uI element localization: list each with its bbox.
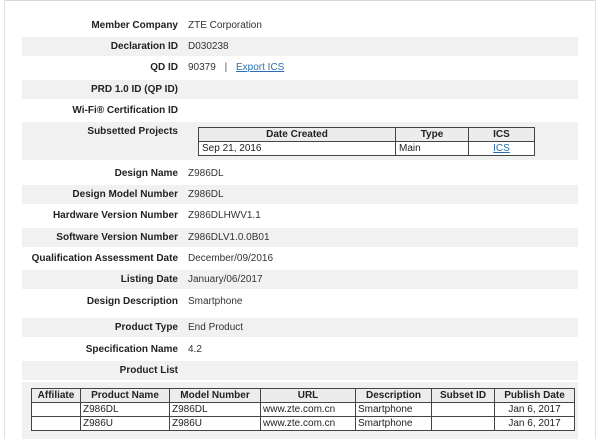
design-description-label: Design Description [86, 296, 178, 307]
model-number-cell: Z986DL [169, 402, 261, 417]
product-list-table: Affiliate Product Name Model Number URL … [31, 388, 575, 431]
qd-id-separator: | [224, 62, 228, 73]
affiliate-cell [31, 402, 81, 417]
row-listing-date: Listing Date January/06/2017 [22, 270, 578, 289]
member-company-label: Member Company [91, 20, 178, 31]
type-cell: Main [395, 141, 469, 156]
row-qd-id: QD ID 90379 | Export ICS [22, 58, 578, 77]
description-cell: Smartphone [355, 416, 432, 431]
row-software-version: Software Version Number Z986DLV1.0.0B01 [22, 228, 578, 247]
design-model-number-label: Design Model Number [72, 189, 178, 200]
frame-top-border [4, 0, 596, 1]
frame-right-border [595, 0, 596, 439]
member-company-value: ZTE Corporation [188, 20, 262, 31]
header-description: Description [355, 388, 432, 403]
product-type-label: Product Type [114, 322, 178, 333]
software-version-value: Z986DLV1.0.0B01 [188, 232, 270, 243]
qualification-date-value: December/09/2016 [188, 253, 274, 264]
description-cell: Smartphone [355, 402, 432, 417]
date-created-cell: Sep 21, 2016 [198, 141, 396, 156]
frame-left-border [4, 0, 5, 439]
wifi-certification-label: Wi-Fi® Certification ID [72, 105, 178, 116]
ics-link[interactable]: ICS [493, 143, 510, 154]
header-publish-date: Publish Date [494, 388, 575, 403]
header-ics: ICS [468, 127, 535, 142]
url-cell: www.zte.com.cn [260, 402, 356, 417]
ics-cell: ICS [468, 141, 535, 156]
subsetted-projects-header-row: Date Created Type ICS [198, 127, 535, 142]
specification-name-value: 4.2 [188, 344, 202, 355]
prd-id-label: PRD 1.0 ID (QP ID) [90, 84, 178, 95]
header-subset-id: Subset ID [431, 388, 495, 403]
header-url: URL [260, 388, 356, 403]
row-hardware-version: Hardware Version Number Z986DLHWV1.1 [22, 206, 578, 225]
row-design-description: Design Description Smartphone [22, 292, 578, 311]
listing-date-value: January/06/2017 [188, 274, 263, 285]
hardware-version-value: Z986DLHWV1.1 [188, 210, 261, 221]
export-ics-link[interactable]: Export ICS [236, 62, 284, 73]
subset-id-cell [431, 402, 495, 417]
row-product-list: Product List [22, 361, 578, 380]
product-list-header-row: Affiliate Product Name Model Number URL … [31, 388, 575, 403]
software-version-label: Software Version Number [56, 232, 178, 243]
design-model-number-value: Z986DL [188, 189, 224, 200]
subsetted-projects-label: Subsetted Projects [87, 126, 178, 137]
subsetted-projects-table: Date Created Type ICS Sep 21, 2016 Main … [198, 127, 535, 156]
row-qualification-date: Qualification Assessment Date December/0… [22, 249, 578, 268]
model-number-cell: Z986U [169, 416, 261, 431]
table-row: Z986DL Z986DL www.zte.com.cn Smartphone … [31, 402, 575, 417]
design-name-label: Design Name [114, 168, 178, 179]
publish-date-cell: Jan 6, 2017 [494, 416, 575, 431]
declaration-id-label: Declaration ID [110, 41, 178, 52]
qd-id-label: QD ID [150, 62, 178, 73]
qualification-date-label: Qualification Assessment Date [31, 253, 178, 264]
design-description-value: Smartphone [188, 296, 243, 307]
product-name-cell: Z986U [80, 416, 170, 431]
subset-id-cell [431, 416, 495, 431]
table-row: Z986U Z986U www.zte.com.cn Smartphone Ja… [31, 416, 575, 431]
qd-id-value: 90379 [188, 62, 216, 73]
row-member-company: Member Company ZTE Corporation [22, 16, 578, 35]
declaration-id-value: D030238 [188, 41, 229, 52]
header-type: Type [395, 127, 469, 142]
product-type-value: End Product [188, 322, 244, 333]
header-product-name: Product Name [80, 388, 170, 403]
row-wifi-certification: Wi-Fi® Certification ID [22, 101, 578, 120]
specification-name-label: Specification Name [85, 344, 178, 355]
header-date-created: Date Created [198, 127, 396, 142]
row-prd-id: PRD 1.0 ID (QP ID) [22, 80, 578, 99]
listing-date-label: Listing Date [120, 274, 178, 285]
product-list-label: Product List [119, 365, 178, 376]
table-row: Sep 21, 2016 Main ICS [198, 141, 535, 156]
row-specification-name: Specification Name 4.2 [22, 340, 578, 359]
row-declaration-id: Declaration ID D030238 [22, 37, 578, 56]
row-product-type: Product Type End Product [22, 318, 578, 337]
affiliate-cell [31, 416, 81, 431]
publish-date-cell: Jan 6, 2017 [494, 402, 575, 417]
design-name-value: Z986DL [188, 168, 224, 179]
header-affiliate: Affiliate [31, 388, 81, 403]
url-cell: www.zte.com.cn [260, 416, 356, 431]
hardware-version-label: Hardware Version Number [52, 210, 178, 221]
product-name-cell: Z986DL [80, 402, 170, 417]
header-model-number: Model Number [169, 388, 261, 403]
row-design-model-number: Design Model Number Z986DL [22, 185, 578, 204]
qd-id-value-group: 90379 | Export ICS [188, 62, 578, 73]
row-design-name: Design Name Z986DL [22, 164, 578, 183]
listing-details-page: Member Company ZTE Corporation Declarati… [0, 0, 600, 439]
